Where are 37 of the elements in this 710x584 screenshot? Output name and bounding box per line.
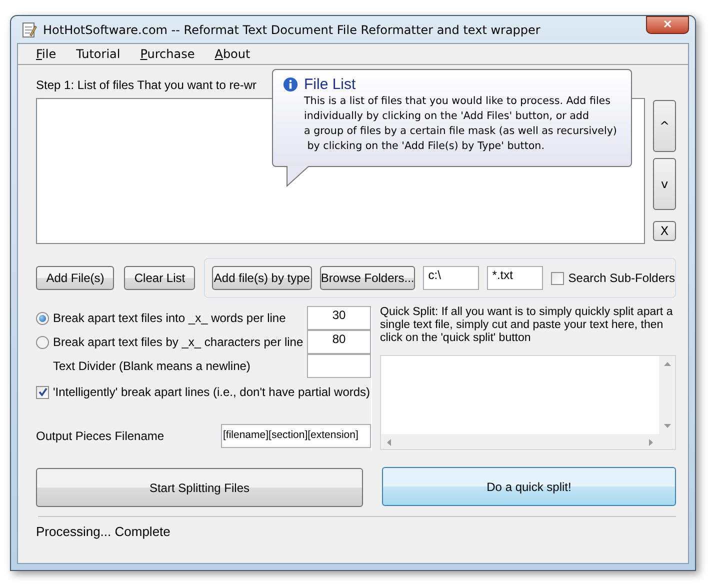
menu-item[interactable]: About	[204, 47, 260, 61]
window-title: HotHotSoftware.com -- Reformat Text Document File Reformatter and text wrapper	[43, 22, 542, 36]
checkbox[interactable]	[551, 272, 564, 284]
checkbox-label: Search Sub-Folders	[568, 271, 675, 285]
tooltip-title: File List	[304, 76, 356, 93]
notepad-icon	[21, 22, 37, 38]
mask-field[interactable]: *.txt	[487, 266, 544, 290]
remove-button[interactable]: X	[653, 221, 676, 241]
info-icon	[283, 77, 298, 92]
step-label: Step 1: List of files That you want to re-wr	[36, 78, 257, 94]
output-label: Output Pieces Filename	[36, 429, 164, 443]
start-splitting-button[interactable]: Start Splitting Files	[36, 468, 363, 507]
tooltip-text: This is a list of files that you would like to process. Add files individually by clicking on the 'Add Files' button, or add a group of files by a certain file mask (as well as recursively) by clicking on the 'Add File(s) by Type' button.	[304, 94, 618, 154]
clear-list-button[interactable]: Clear List	[124, 266, 195, 290]
menu-item[interactable]: Purchase	[130, 47, 205, 61]
status-text: Processing... Complete	[36, 524, 170, 539]
option-label: Break apart text files into _x_ words per line	[53, 311, 286, 325]
add-by-type-button[interactable]: Add file(s) by type	[212, 266, 312, 290]
browse-folders-button[interactable]: Browse Folders...	[320, 266, 416, 290]
folder-field[interactable]: c:\	[423, 266, 480, 290]
divider-field[interactable]	[307, 354, 371, 378]
quick-split-text: Quick Split: If all you want is to simply quickly split apart a single text file, simply cut and paste your text here, then click on the 'quick split' button	[380, 306, 674, 345]
number-field[interactable]: 80	[307, 330, 371, 354]
number-field[interactable]: 30	[307, 306, 371, 330]
menu-item[interactable]: Tutorial	[66, 47, 130, 61]
quick-split-button[interactable]: Do a quick split!	[382, 467, 676, 506]
option-label: Break apart text files by _x_ characters per line	[53, 335, 304, 349]
radio-button[interactable]	[36, 312, 49, 324]
move-down-button[interactable]: v	[653, 158, 676, 210]
option-label: Text Divider (Blank means a newline)	[52, 359, 250, 373]
checkbox[interactable]	[36, 386, 49, 398]
menu-item[interactable]: File	[26, 47, 66, 61]
filename-field[interactable]: [filename][section][extension]	[221, 424, 371, 448]
radio-button[interactable]	[36, 336, 49, 348]
move-up-button[interactable]: ^	[653, 100, 676, 152]
checkbox-label: 'Intelligently' break apart lines (i.e., don't have partial words)	[53, 385, 370, 399]
add-files-button[interactable]: Add File(s)	[36, 266, 114, 290]
